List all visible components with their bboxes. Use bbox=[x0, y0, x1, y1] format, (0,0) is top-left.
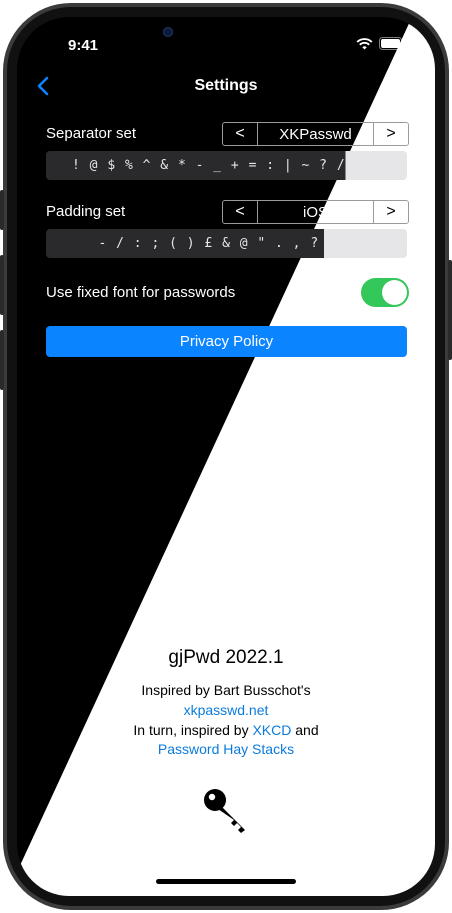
privacy-policy-button[interactable]: Privacy Policy bbox=[46, 326, 407, 357]
in-turn-line: In turn, inspired by XKCD and bbox=[17, 722, 435, 738]
status-time: 9:41 bbox=[68, 37, 99, 54]
padding-set-stepper: < iOS > bbox=[222, 200, 409, 224]
battery-icon bbox=[379, 37, 405, 50]
xkcd-link[interactable]: XKCD bbox=[252, 722, 291, 738]
separator-next-button[interactable]: > bbox=[374, 123, 408, 145]
padding-set-value: iOS bbox=[257, 201, 374, 223]
phone-screen: 9:41 Settings Separator set < XKPasswd >… bbox=[17, 17, 435, 896]
front-camera bbox=[163, 27, 173, 37]
xkpasswd-link[interactable]: xkpasswd.net bbox=[17, 702, 435, 718]
password-hay-stacks-link[interactable]: Password Hay Stacks bbox=[17, 741, 435, 757]
padding-set-label: Padding set bbox=[46, 203, 126, 220]
and-text: and bbox=[295, 722, 319, 738]
padding-characters: - / : ; ( ) £ & @ " . , ? ! ' bbox=[46, 229, 407, 258]
padding-prev-button[interactable]: < bbox=[223, 201, 257, 223]
status-icons bbox=[356, 37, 405, 50]
key-icon bbox=[204, 789, 245, 833]
separator-set-stepper: < XKPasswd > bbox=[222, 122, 409, 146]
home-indicator bbox=[156, 879, 296, 884]
toggle-knob bbox=[382, 280, 407, 305]
fixed-font-toggle[interactable] bbox=[361, 278, 409, 307]
padding-next-button[interactable]: > bbox=[374, 201, 408, 223]
inspired-by-text: Inspired by Bart Busschot's bbox=[141, 682, 311, 698]
app-version: gjPwd 2022.1 bbox=[168, 647, 284, 668]
separator-set-label: Separator set bbox=[46, 125, 137, 142]
page-title: Settings bbox=[194, 77, 258, 94]
wifi-icon bbox=[356, 37, 373, 49]
in-turn-text: In turn, inspired by bbox=[133, 722, 249, 738]
separator-prev-button[interactable]: < bbox=[223, 123, 257, 145]
separator-set-value: XKPasswd bbox=[257, 123, 374, 145]
fixed-font-label: Use fixed font for passwords bbox=[46, 284, 236, 301]
separator-characters: ! @ $ % ^ & * - _ + = : | ~ ? / . ; bbox=[46, 151, 407, 180]
diagonal-background bbox=[17, 17, 435, 896]
